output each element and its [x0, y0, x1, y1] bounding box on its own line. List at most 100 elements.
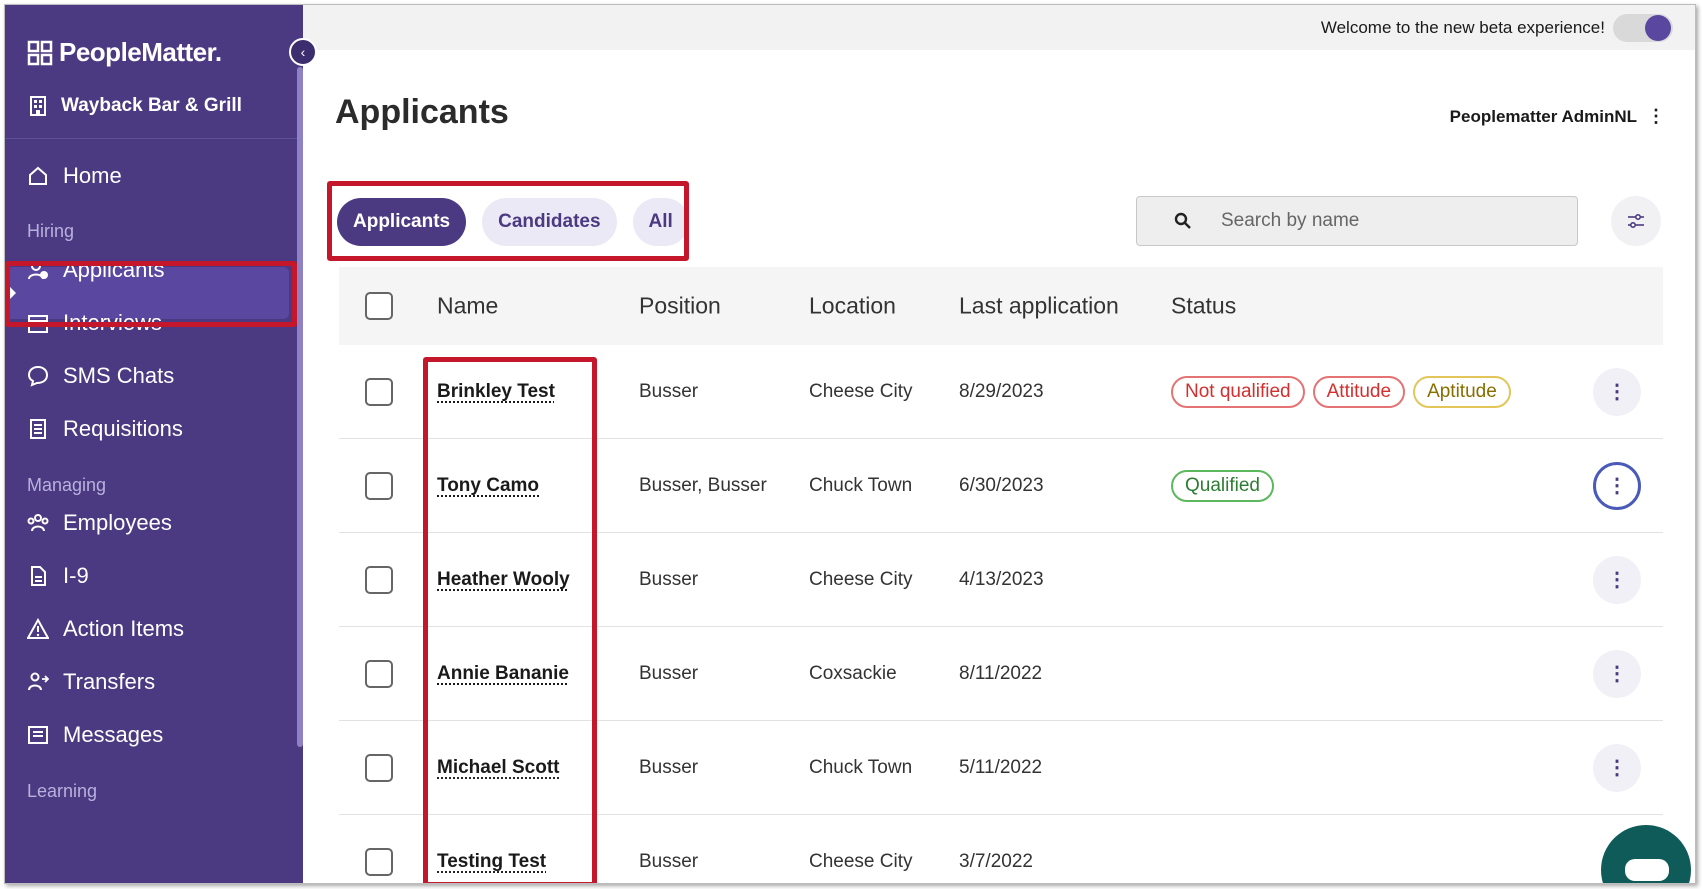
- status-badge: Aptitude: [1413, 375, 1511, 408]
- status-badges: Not qualified Attitude Aptitude: [1171, 375, 1511, 408]
- logo-text: PeopleMatter.: [59, 37, 222, 67]
- more-vert-icon: ⋮: [1607, 663, 1627, 685]
- sidebar: PeopleMatter. Wayback Bar & Grill Home H…: [5, 5, 303, 883]
- position-cell: Busser: [639, 850, 699, 872]
- column-header-name[interactable]: Name: [437, 293, 498, 320]
- row-menu-button[interactable]: ⋮: [1593, 461, 1641, 510]
- section-learning: Learning: [27, 781, 98, 801]
- position-cell: Busser, Busser: [639, 474, 767, 496]
- highlight-box-nav: [5, 261, 297, 327]
- chevron-left-icon: ‹: [300, 44, 306, 60]
- select-all-checkbox[interactable]: [365, 292, 393, 320]
- status-badge: Qualified: [1171, 469, 1274, 502]
- location-cell: Cheese City: [809, 850, 913, 872]
- section-hiring: Hiring: [27, 221, 75, 241]
- status-badges: Qualified: [1171, 469, 1274, 502]
- more-vert-icon: ⋮: [1647, 106, 1665, 126]
- file-icon: [31, 566, 46, 586]
- last-application-cell: 8/11/2022: [959, 662, 1043, 684]
- status-badge: Attitude: [1312, 375, 1406, 408]
- logo: PeopleMatter.: [27, 37, 222, 68]
- collapse-sidebar-button[interactable]: ‹: [289, 38, 317, 66]
- sidebar-item-transfers[interactable]: Transfers: [27, 669, 155, 695]
- last-application-cell: 8/29/2023: [959, 380, 1044, 402]
- position-cell: Busser: [639, 380, 699, 402]
- row-checkbox[interactable]: [365, 377, 393, 406]
- search-box: [1136, 196, 1578, 246]
- column-header-status[interactable]: Status: [1171, 293, 1236, 320]
- user-name: Peoplematter AdminNL: [1449, 106, 1637, 126]
- beta-message: Welcome to the new beta experience!: [1320, 18, 1605, 37]
- filter-button[interactable]: [1611, 196, 1661, 246]
- sidebar-item-label: Action Items: [63, 616, 185, 641]
- last-application-cell: 5/11/2022: [959, 756, 1043, 778]
- table-header: Name Position Location Last application …: [339, 267, 1663, 345]
- sidebar-item-i9[interactable]: I-9: [27, 563, 89, 589]
- search-input[interactable]: [1221, 210, 1521, 232]
- sidebar-item-label: Home: [63, 163, 122, 188]
- sidebar-item-label: I-9: [63, 563, 89, 588]
- column-header-position[interactable]: Position: [639, 293, 721, 320]
- home-icon: [29, 166, 47, 185]
- position-cell: Busser: [639, 756, 699, 778]
- sidebar-item-messages[interactable]: Messages: [27, 722, 163, 748]
- more-vert-icon: ⋮: [1607, 381, 1627, 403]
- sidebar-item-label: Requisitions: [63, 416, 183, 441]
- row-checkbox[interactable]: [365, 659, 393, 688]
- location-cell: Chuck Town: [809, 756, 913, 778]
- row-menu-button[interactable]: ⋮: [1593, 649, 1641, 698]
- location-cell: Coxsackie: [809, 662, 897, 684]
- transfers-icon: [28, 672, 49, 691]
- column-header-location[interactable]: Location: [809, 293, 896, 320]
- chat-bubble-icon: [1625, 859, 1669, 881]
- position-cell: Busser: [639, 662, 699, 684]
- row-checkbox[interactable]: [365, 471, 393, 500]
- search-icon: [1174, 212, 1191, 229]
- sidebar-item-employees[interactable]: Employees: [27, 510, 172, 536]
- more-vert-icon: ⋮: [1607, 757, 1627, 779]
- more-vert-icon: ⋮: [1607, 569, 1627, 591]
- user-menu[interactable]: Peoplematter AdminNL ⋮: [1450, 106, 1665, 127]
- row-checkbox[interactable]: [365, 753, 393, 782]
- app-window: PeopleMatter. Wayback Bar & Grill Home H…: [4, 4, 1696, 884]
- row-menu-button[interactable]: ⋮: [1593, 743, 1641, 792]
- row-menu-button[interactable]: ⋮: [1593, 555, 1641, 604]
- toggle-knob: [1645, 15, 1671, 41]
- chat-icon: [27, 365, 49, 387]
- location-name: Wayback Bar & Grill: [61, 95, 242, 116]
- messages-icon: [28, 726, 48, 744]
- column-header-last-application[interactable]: Last application: [959, 293, 1119, 320]
- beta-toggle[interactable]: [1613, 14, 1673, 42]
- last-application-cell: 4/13/2023: [959, 568, 1044, 590]
- section-managing: Managing: [27, 475, 107, 495]
- sidebar-item-label: Messages: [63, 722, 164, 747]
- sidebar-scrollbar[interactable]: [297, 67, 303, 747]
- row-checkbox[interactable]: [365, 565, 393, 594]
- sidebar-item-sms-chats[interactable]: SMS Chats: [27, 363, 174, 389]
- sidebar-item-home[interactable]: Home: [27, 163, 122, 189]
- highlight-box-names: [423, 357, 597, 883]
- location-cell: Chuck Town: [809, 474, 913, 496]
- highlight-box-tabs: [327, 181, 689, 261]
- location-selector[interactable]: Wayback Bar & Grill: [27, 95, 242, 117]
- more-vert-icon: ⋮: [1607, 475, 1627, 497]
- page-title: Applicants: [335, 93, 509, 131]
- last-application-cell: 6/30/2023: [959, 474, 1044, 496]
- row-menu-button[interactable]: ⋮: [1593, 367, 1641, 416]
- position-cell: Busser: [639, 568, 699, 590]
- sidebar-divider: [5, 138, 297, 139]
- sidebar-item-label: Employees: [63, 510, 172, 535]
- sidebar-item-action-items[interactable]: Action Items: [27, 616, 184, 642]
- row-checkbox[interactable]: [365, 847, 393, 876]
- location-cell: Cheese City: [809, 568, 913, 590]
- location-cell: Cheese City: [809, 380, 913, 402]
- sliders-icon: [1628, 214, 1644, 229]
- employees-icon: [27, 514, 49, 532]
- logo-icon: [27, 40, 53, 65]
- last-application-cell: 3/7/2022: [959, 850, 1033, 872]
- sidebar-item-label: SMS Chats: [63, 363, 175, 388]
- top-bar: Welcome to the new beta experience!: [303, 5, 1695, 50]
- sidebar-item-requisitions[interactable]: Requisitions: [27, 416, 183, 442]
- document-icon: [30, 419, 46, 439]
- sidebar-item-label: Transfers: [63, 669, 156, 694]
